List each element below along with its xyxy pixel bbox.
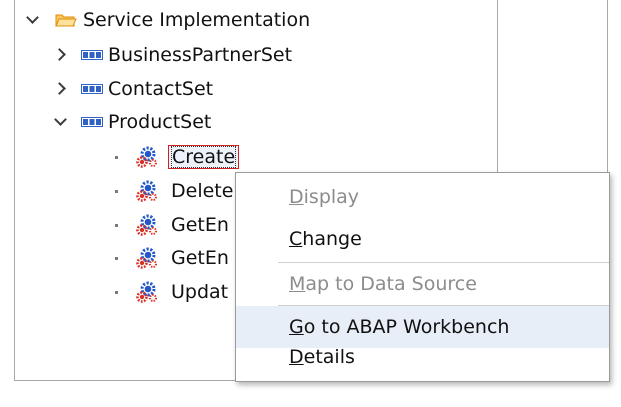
entity-set-icon bbox=[81, 50, 103, 60]
tree-bullet bbox=[115, 257, 118, 260]
tree-node-label: ProductSet bbox=[108, 111, 212, 133]
tree-node-businesspartnerset[interactable]: BusinessPartnerSet bbox=[15, 40, 495, 70]
tree-node-operation-create[interactable]: Create bbox=[15, 142, 495, 172]
menu-item-map-to-data-source[interactable]: Map to Data Source bbox=[236, 263, 609, 305]
tree-node-service-implementation[interactable]: Service Implementation bbox=[15, 5, 495, 35]
gears-icon bbox=[136, 214, 157, 236]
entity-set-icon bbox=[81, 84, 103, 94]
gears-icon bbox=[136, 281, 157, 303]
tree-node-label: GetEn bbox=[171, 247, 229, 269]
menu-item-accelerator: C bbox=[289, 228, 303, 250]
tree-node-label: BusinessPartnerSet bbox=[108, 44, 293, 66]
menu-item-label: hange bbox=[302, 228, 362, 250]
tree-node-productset[interactable]: ProductSet bbox=[15, 107, 495, 137]
menu-item-accelerator: D bbox=[289, 186, 304, 208]
tree-node-label: GetEn bbox=[171, 214, 229, 236]
tree-node-label: ContactSet bbox=[108, 78, 214, 100]
tree-node-label: Service Implementation bbox=[83, 9, 311, 31]
menu-item-label: o to ABAP Workbench bbox=[303, 316, 510, 338]
menu-item-accelerator: G bbox=[289, 316, 304, 338]
tree-node-label: Create bbox=[171, 146, 237, 168]
tree-bullet bbox=[115, 190, 118, 193]
menu-item-label: isplay bbox=[303, 186, 360, 208]
entity-set-icon bbox=[81, 117, 103, 127]
gears-icon bbox=[136, 146, 157, 168]
tree-node-label: Updat bbox=[171, 281, 229, 303]
tree-node-label: Delete bbox=[171, 180, 234, 202]
menu-item-change[interactable]: Change bbox=[236, 218, 609, 260]
chevron-down-icon[interactable] bbox=[54, 113, 67, 126]
menu-item-details[interactable]: Details bbox=[236, 336, 609, 378]
chevron-right-icon[interactable] bbox=[53, 48, 66, 61]
tree-bullet bbox=[115, 291, 118, 294]
tree-bullet bbox=[115, 224, 118, 227]
gears-icon bbox=[136, 180, 157, 202]
menu-item-label: etails bbox=[303, 346, 355, 368]
context-menu: Display Change Map to Data Source Go to … bbox=[235, 172, 610, 382]
chevron-right-icon[interactable] bbox=[53, 82, 66, 95]
menu-item-label: ap to Data Source bbox=[305, 273, 477, 295]
chevron-down-icon[interactable] bbox=[26, 11, 39, 24]
tree-node-contactset[interactable]: ContactSet bbox=[15, 74, 495, 104]
tree-bullet bbox=[115, 156, 118, 159]
menu-item-accelerator: D bbox=[289, 346, 304, 368]
selected-node-highlight: Create bbox=[168, 145, 240, 169]
menu-item-display[interactable]: Display bbox=[236, 176, 609, 218]
gears-icon bbox=[136, 247, 157, 269]
folder-open-icon bbox=[55, 14, 77, 27]
menu-item-accelerator: M bbox=[289, 273, 306, 295]
